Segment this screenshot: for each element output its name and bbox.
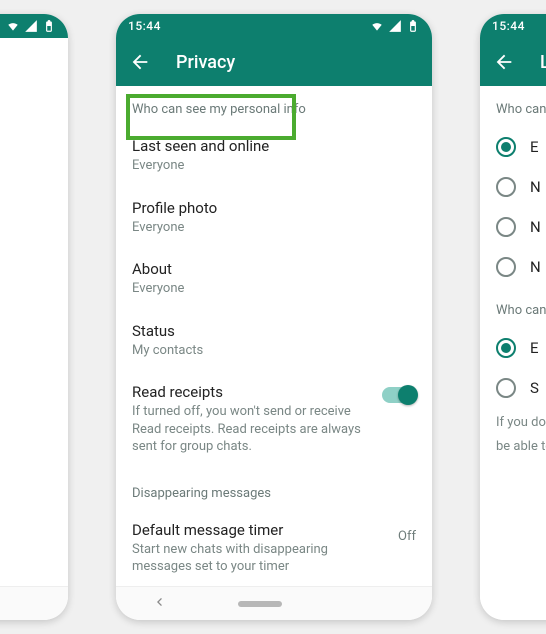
radio-option[interactable]: S xyxy=(496,368,546,408)
row-title: About xyxy=(132,260,416,278)
row-sub: If turned off, you won't send or receive… xyxy=(132,403,362,456)
nav-bar xyxy=(0,586,68,620)
row-title: Last seen and online xyxy=(132,137,416,155)
radio-icon[interactable] xyxy=(496,137,516,157)
status-time: 15:44 xyxy=(128,19,161,33)
app-bar: Privacy xyxy=(116,38,432,86)
phone-right: 15:44 La Who can s E N N xyxy=(480,14,546,620)
wifi-icon xyxy=(6,19,20,33)
row-sub: My contacts xyxy=(132,342,372,360)
nav-bar xyxy=(116,586,432,620)
info-note-line2: be able to xyxy=(496,432,546,456)
status-time: 15:44 xyxy=(492,19,525,33)
section-header: Who can s xyxy=(496,287,546,328)
signal-icon xyxy=(388,19,402,33)
row-last-seen[interactable]: Last seen and online Everyone xyxy=(132,127,416,189)
battery-icon xyxy=(406,19,420,33)
radio-label: N xyxy=(530,258,541,276)
section-header-personal: Who can see my personal info xyxy=(132,86,416,127)
radio-icon[interactable] xyxy=(496,338,516,358)
right-content[interactable]: Who can s E N N N Who can s E xyxy=(480,86,546,620)
arrow-left-icon xyxy=(129,51,151,73)
row-title: Profile photo xyxy=(132,199,416,217)
status-bar: 15:44 xyxy=(480,14,546,38)
timer-value: Off xyxy=(398,529,416,544)
nav-home-pill[interactable] xyxy=(238,601,282,607)
chevron-left-icon xyxy=(151,594,167,610)
page-title: Privacy xyxy=(176,52,235,73)
status-bar xyxy=(0,14,68,38)
row-sub: Everyone xyxy=(132,219,372,237)
page-title: La xyxy=(540,52,546,73)
row-status[interactable]: Status My contacts xyxy=(132,312,416,374)
arrow-left-icon xyxy=(493,51,515,73)
status-bar: 15:44 xyxy=(116,14,432,38)
status-icons xyxy=(6,19,56,33)
row-default-timer[interactable]: Default message timer Start new chats wi… xyxy=(132,511,416,586)
info-note-line1: If you don' xyxy=(496,408,546,432)
radio-icon[interactable] xyxy=(496,257,516,277)
radio-label: S xyxy=(530,379,539,397)
left-content xyxy=(0,38,68,586)
radio-option[interactable]: E xyxy=(496,328,546,368)
radio-label: E xyxy=(530,138,539,156)
row-sub: Everyone xyxy=(132,280,372,298)
back-button[interactable] xyxy=(492,50,516,74)
battery-icon xyxy=(42,19,56,33)
row-read-receipts[interactable]: Read receipts If turned off, you won't s… xyxy=(132,373,416,470)
app-bar: La xyxy=(480,38,546,86)
radio-label: N xyxy=(530,218,541,236)
back-button[interactable] xyxy=(128,50,152,74)
radio-icon[interactable] xyxy=(496,177,516,197)
radio-icon[interactable] xyxy=(496,217,516,237)
row-profile-photo[interactable]: Profile photo Everyone xyxy=(132,189,416,251)
row-title: Read receipts xyxy=(132,383,416,401)
phone-left xyxy=(0,14,68,620)
status-icons xyxy=(370,19,420,33)
row-title: Default message timer xyxy=(132,521,416,539)
radio-icon[interactable] xyxy=(496,378,516,398)
wifi-icon xyxy=(370,19,384,33)
read-receipts-switch[interactable] xyxy=(382,387,416,403)
radio-label: N xyxy=(530,178,541,196)
radio-option[interactable]: N xyxy=(496,207,546,247)
radio-option[interactable]: E xyxy=(496,127,546,167)
radio-option[interactable]: N xyxy=(496,167,546,207)
radio-label: E xyxy=(530,339,539,357)
row-about[interactable]: About Everyone xyxy=(132,250,416,312)
nav-spacer xyxy=(353,601,397,607)
section-header: Who can s xyxy=(496,86,546,127)
row-title: Status xyxy=(132,322,416,340)
section-header-disappearing: Disappearing messages xyxy=(132,470,416,511)
row-sub: Start new chats with disappearing messag… xyxy=(132,541,362,576)
settings-content[interactable]: Who can see my personal info Last seen a… xyxy=(116,86,432,586)
signal-icon xyxy=(24,19,38,33)
radio-option[interactable]: N xyxy=(496,247,546,287)
row-sub: Everyone xyxy=(132,157,372,175)
nav-back-button[interactable] xyxy=(151,594,167,614)
phone-center: 15:44 Privacy Who can see my personal in… xyxy=(116,14,432,620)
